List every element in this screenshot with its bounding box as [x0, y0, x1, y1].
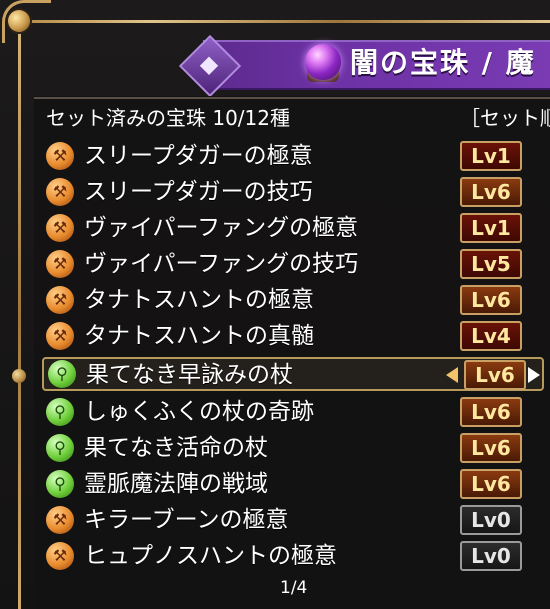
game-window: ◆ 闇の宝珠 / 魔 セット済みの宝珠 10/12種 ［セット順 ⚒ スリープダ… [0, 0, 550, 609]
set-count-label: セット済みの宝珠 10/12種 [46, 106, 290, 130]
level-badge: Lv6 [460, 285, 522, 315]
orb-gem-icon: ⚒ [46, 322, 74, 350]
sort-order-button[interactable]: ［セット順 [460, 102, 550, 131]
list-item[interactable]: ⚒ タナトスハントの真髄 Lv4 [40, 318, 545, 354]
level-badge: Lv1 [460, 213, 522, 243]
orb-name: タナトスハントの極意 [84, 287, 314, 313]
dark-orb-icon [305, 44, 341, 80]
orb-gem-icon: ⚒ [46, 250, 74, 278]
list-item[interactable]: ⚒ ヴァイパーファングの極意 Lv1 [40, 210, 545, 246]
orb-name: しゅくふくの杖の奇跡 [84, 399, 314, 425]
orb-name: ヴァイパーファングの極意 [84, 215, 359, 241]
orb-name: キラーブーンの極意 [84, 507, 289, 533]
list-item[interactable]: ⚲ しゅくふくの杖の奇跡 Lv6 [40, 394, 545, 430]
level-increase-arrow-icon[interactable] [528, 367, 540, 383]
panel-divider [34, 97, 550, 99]
level-badge: Lv6 [460, 433, 522, 463]
orb-name: 果てなき早詠みの杖 [86, 362, 293, 388]
list-item-selected[interactable]: ⚲ 果てなき早詠みの杖 Lv6 [42, 357, 544, 391]
orb-gem-icon: ⚲ [46, 470, 74, 498]
orb-name: 果てなき活命の杖 [84, 435, 268, 461]
window-title: 闇の宝珠 / 魔 [350, 46, 536, 79]
level-badge: Lv6 [464, 360, 526, 390]
orb-gem-icon: ⚲ [46, 398, 74, 426]
frame-left-border [18, 20, 21, 609]
page-indicator: 1/4 [280, 578, 308, 598]
orb-name: ヴァイパーファングの技巧 [84, 251, 359, 277]
list-item[interactable]: ⚲ 果てなき活命の杖 Lv6 [40, 430, 545, 466]
list-item[interactable]: ⚒ キラーブーンの極意 Lv0 [40, 502, 545, 538]
list-item[interactable]: ⚒ タナトスハントの極意 Lv6 [40, 282, 545, 318]
list-item[interactable]: ⚲ 霊脈魔法陣の戦域 Lv6 [40, 466, 545, 502]
level-badge: Lv0 [460, 541, 522, 571]
level-badge: Lv4 [460, 321, 522, 351]
orb-gem-icon: ⚲ [48, 360, 76, 388]
list-item[interactable]: ⚒ スリープダガーの極意 Lv1 [40, 138, 545, 174]
corner-orb-icon [8, 10, 30, 32]
level-badge: Lv6 [460, 177, 522, 207]
emblem-icon: ◆ [199, 50, 219, 78]
orb-gem-icon: ⚒ [46, 214, 74, 242]
orb-gem-icon: ⚒ [46, 142, 74, 170]
list-item[interactable]: ⚒ ヴァイパーファングの技巧 Lv5 [40, 246, 545, 282]
orb-name: ヒュプノスハントの極意 [84, 543, 337, 569]
frame-top-border [18, 20, 550, 23]
orb-gem-icon: ⚒ [46, 542, 74, 570]
level-badge: Lv6 [460, 469, 522, 499]
orb-gem-icon: ⚒ [46, 286, 74, 314]
orb-name: タナトスハントの真髄 [84, 323, 314, 349]
orb-gem-icon: ⚲ [46, 434, 74, 462]
list-item[interactable]: ⚒ ヒュプノスハントの極意 Lv0 [40, 538, 545, 574]
level-badge: Lv6 [460, 397, 522, 427]
orb-gem-icon: ⚒ [46, 178, 74, 206]
level-badge: Lv1 [460, 141, 522, 171]
orb-name: スリープダガーの極意 [84, 143, 313, 169]
orb-name: スリープダガーの技巧 [84, 179, 313, 205]
orb-gem-icon: ⚒ [46, 506, 74, 534]
list-item[interactable]: ⚒ スリープダガーの技巧 Lv6 [40, 174, 545, 210]
level-badge: Lv0 [460, 505, 522, 535]
level-badge: Lv5 [460, 249, 522, 279]
side-orb-icon [12, 369, 26, 383]
level-decrease-arrow-icon[interactable] [446, 367, 458, 383]
orb-name: 霊脈魔法陣の戦域 [84, 471, 268, 497]
